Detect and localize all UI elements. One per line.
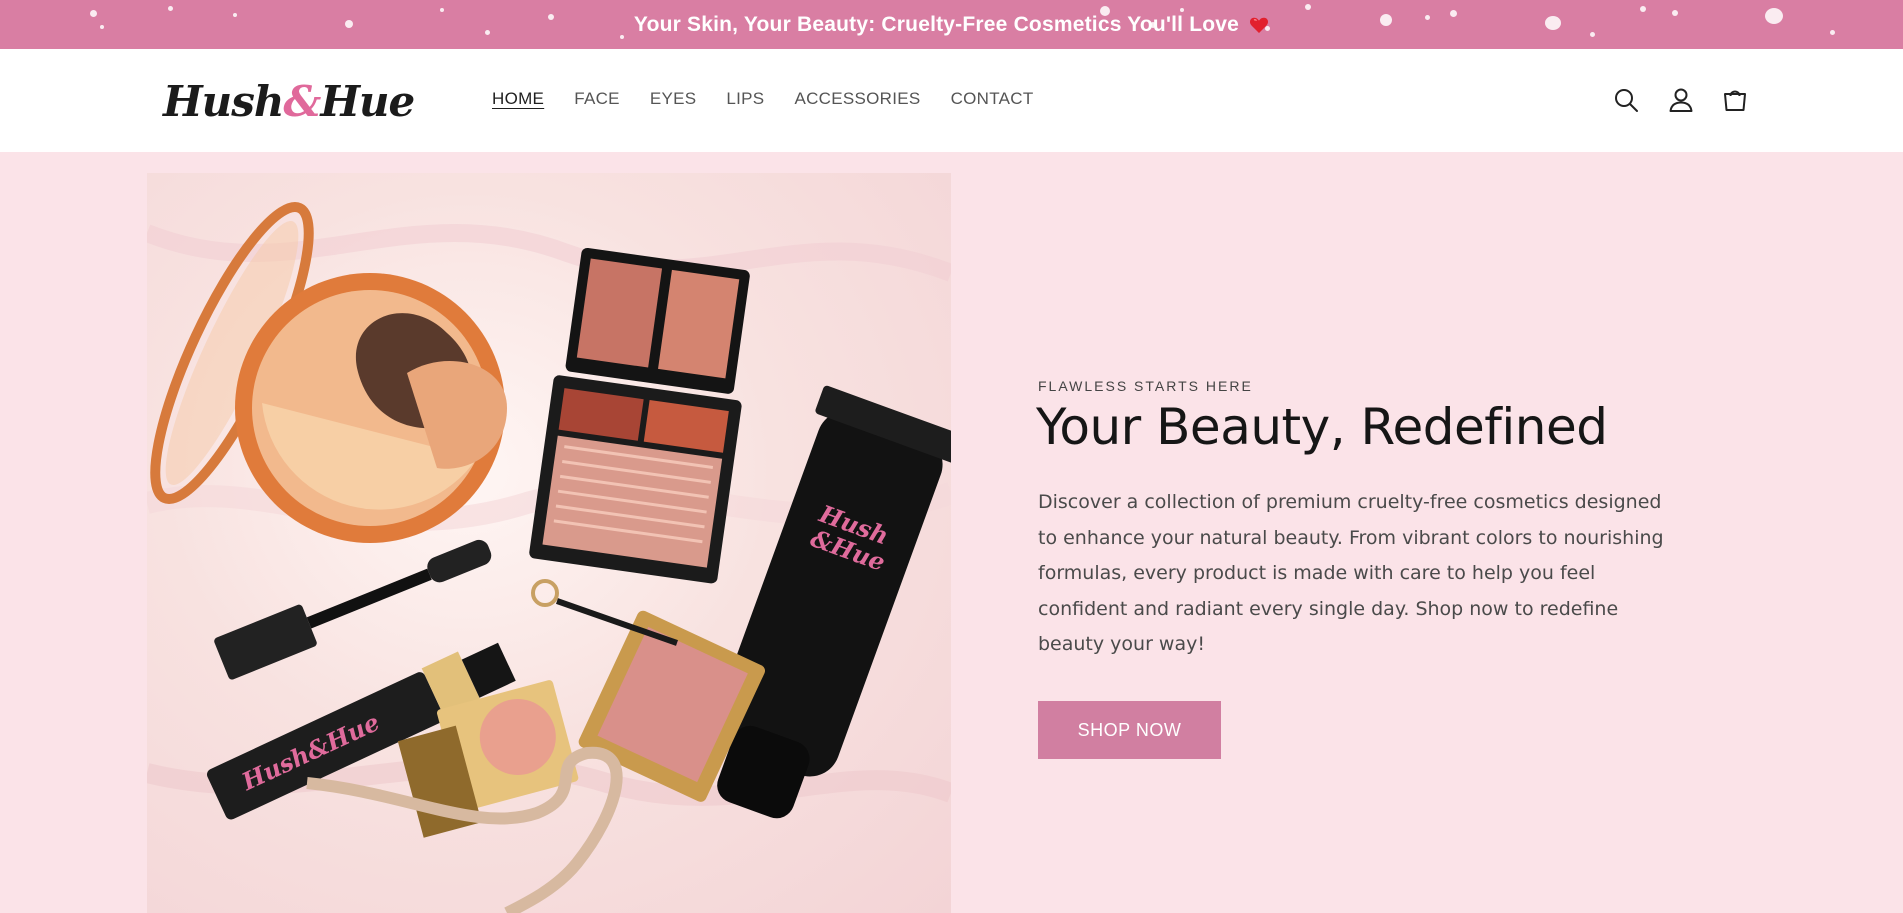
shop-now-button[interactable]: SHOP NOW [1038, 701, 1221, 759]
nav-lips[interactable]: LIPS [726, 89, 764, 109]
confetti-dot [345, 20, 353, 28]
announcement-label: Your Skin, Your Beauty: Cruelty-Free Cos… [633, 12, 1240, 36]
confetti-dot [1672, 10, 1678, 16]
confetti-dot [620, 35, 624, 39]
hero-eyebrow: FLAWLESS STARTS HERE [1038, 378, 1253, 394]
heart-icon [1250, 17, 1269, 33]
confetti-dot [1640, 6, 1646, 12]
cart-button[interactable] [1718, 83, 1752, 117]
main-nav: HOME FACE EYES LIPS ACCESSORIES CONTACT [492, 89, 1034, 109]
confetti-dot [1765, 8, 1783, 24]
confetti-dot [100, 25, 104, 29]
announcement-bar: Your Skin, Your Beauty: Cruelty-Free Cos… [0, 0, 1903, 49]
confetti-dot [1830, 30, 1835, 35]
confetti-dot [1590, 32, 1595, 37]
confetti-dot [233, 13, 237, 17]
brand-logo[interactable]: Hush&Hue [163, 77, 415, 127]
logo-ampersand: & [283, 77, 321, 126]
logo-word-2: Hue [320, 77, 415, 126]
cart-icon [1724, 90, 1746, 111]
nav-accessories[interactable]: ACCESSORIES [794, 89, 920, 109]
nav-home[interactable]: HOME [492, 89, 544, 109]
confetti-dot [1180, 8, 1184, 12]
nav-contact[interactable]: CONTACT [951, 89, 1034, 109]
hero-image: Hush &Hue Hush&Hue [147, 173, 951, 913]
confetti-dot [485, 30, 490, 35]
confetti-dot [1545, 16, 1561, 30]
confetti-dot [1425, 15, 1430, 20]
makeup-products-illustration: Hush &Hue Hush&Hue [147, 202, 951, 913]
confetti-dot [90, 10, 97, 17]
confetti-dot [1450, 10, 1457, 17]
announcement-text: Your Skin, Your Beauty: Cruelty-Free Cos… [634, 13, 1269, 37]
search-icon [1615, 89, 1638, 112]
nav-face[interactable]: FACE [574, 89, 620, 109]
confetti-dot [1305, 4, 1311, 10]
nav-eyes[interactable]: EYES [650, 89, 697, 109]
confetti-dot [548, 14, 554, 20]
logo-word-1: Hush [163, 77, 284, 126]
account-button[interactable] [1664, 83, 1698, 117]
search-button[interactable] [1609, 83, 1643, 117]
hero-description: Discover a collection of premium cruelty… [1038, 491, 1664, 655]
confetti-dot [168, 6, 173, 11]
account-icon [1669, 88, 1693, 112]
confetti-dot [440, 8, 444, 12]
site-header: Hush&Hue HOME FACE EYES LIPS ACCESSORIES… [0, 49, 1903, 152]
confetti-dot [1380, 14, 1392, 26]
hero-headline: Your Beauty, Redefined [1036, 398, 1608, 456]
